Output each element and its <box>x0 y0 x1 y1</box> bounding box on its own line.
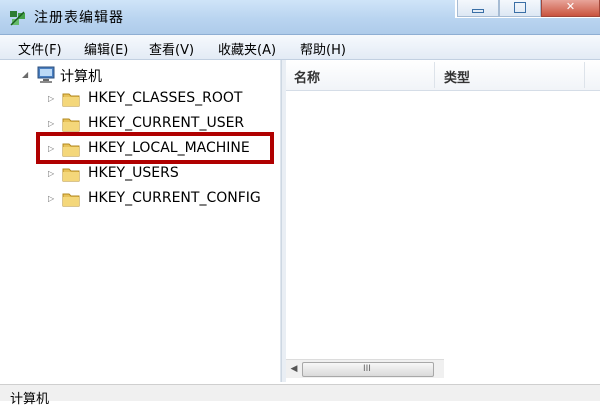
folder-icon <box>62 193 80 207</box>
maximize-icon <box>514 2 526 13</box>
folder-icon <box>62 93 80 107</box>
tree-node-hkcc[interactable]: ▷ HKEY_CURRENT_CONFIG <box>8 188 272 210</box>
status-bar: 计算机 <box>0 384 600 407</box>
maximize-button[interactable] <box>499 0 541 17</box>
menu-help[interactable]: 帮助(H) <box>300 39 346 58</box>
tree-node-label: HKEY_CURRENT_USER <box>88 115 245 131</box>
scrollbar-grip: III <box>363 364 371 374</box>
highlight-annotation <box>36 132 274 164</box>
registry-tree: ◢ 计算机 ▷ HKEY_CLASSES_ROOT ▷ HKEY_CURRENT… <box>8 60 281 382</box>
tree-node-label: HKEY_USERS <box>88 165 179 181</box>
expand-arrow-icon[interactable]: ▷ <box>48 169 56 179</box>
close-button[interactable]: ✕ <box>541 0 600 17</box>
tree-node-label: HKEY_CURRENT_CONFIG <box>88 190 261 206</box>
values-list: 名称 类型 ◀ III <box>286 60 600 382</box>
registry-editor-icon <box>10 11 25 26</box>
tree-node-label: HKEY_CLASSES_ROOT <box>88 90 243 106</box>
status-text: 计算机 <box>10 392 50 407</box>
scroll-left-icon[interactable]: ◀ <box>288 363 300 375</box>
menu-edit[interactable]: 编辑(E) <box>84 39 128 58</box>
window-controls: ✕ <box>455 0 600 18</box>
column-divider[interactable] <box>434 62 435 88</box>
title-bar: 注册表编辑器 ✕ <box>0 0 600 35</box>
menu-bar: 文件(F) 编辑(E) 查看(V) 收藏夹(A) 帮助(H) <box>0 35 600 60</box>
minimize-icon <box>472 9 484 13</box>
expand-arrow-icon[interactable]: ▷ <box>48 194 56 204</box>
expand-arrow-icon[interactable]: ▷ <box>48 119 56 129</box>
list-header: 名称 类型 <box>286 60 600 91</box>
computer-icon <box>37 66 55 83</box>
menu-view[interactable]: 查看(V) <box>149 39 194 58</box>
menu-favorites[interactable]: 收藏夹(A) <box>218 39 276 58</box>
column-header-type[interactable]: 类型 <box>444 67 470 86</box>
horizontal-scrollbar[interactable]: ◀ III <box>286 359 444 378</box>
close-icon: ✕ <box>565 0 576 13</box>
expand-arrow-icon[interactable]: ▷ <box>48 94 56 104</box>
tree-root-computer[interactable]: ◢ 计算机 <box>8 64 268 86</box>
folder-icon <box>62 168 80 182</box>
collapse-arrow-icon[interactable]: ◢ <box>22 70 30 80</box>
folder-icon <box>62 118 80 132</box>
minimize-button[interactable] <box>457 0 499 17</box>
tree-node-hkcr[interactable]: ▷ HKEY_CLASSES_ROOT <box>8 88 268 110</box>
window-title: 注册表编辑器 <box>34 10 124 26</box>
tree-root-label: 计算机 <box>60 69 102 85</box>
column-divider[interactable] <box>584 62 585 88</box>
scrollbar-thumb[interactable]: III <box>302 362 434 377</box>
column-header-name[interactable]: 名称 <box>294 67 320 86</box>
tree-node-hku[interactable]: ▷ HKEY_USERS <box>8 163 268 185</box>
menu-file[interactable]: 文件(F) <box>18 39 62 58</box>
